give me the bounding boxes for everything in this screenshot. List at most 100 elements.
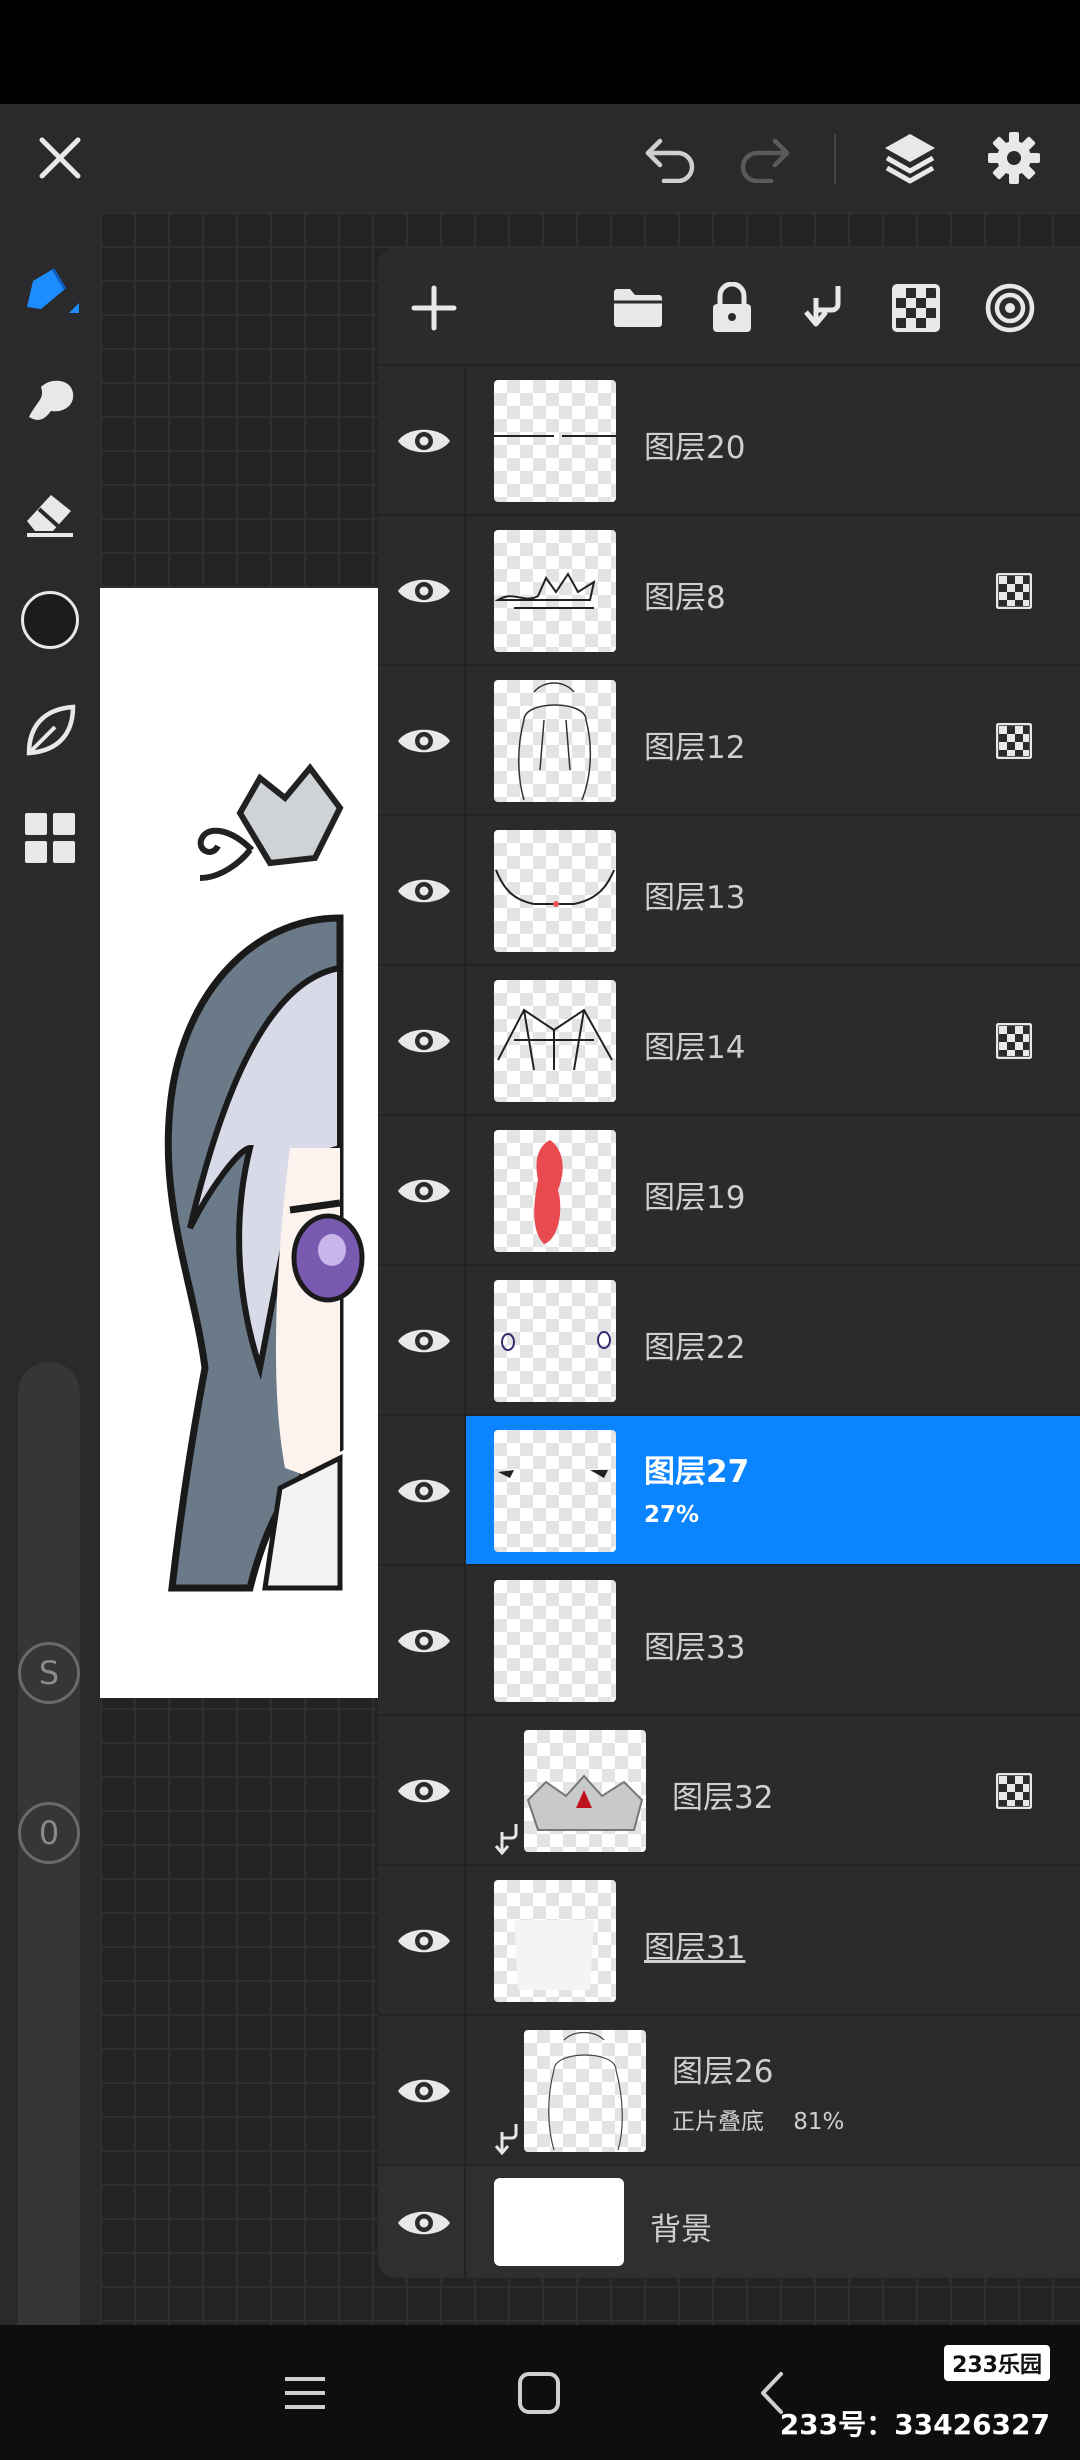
layer-blend-info: 正片叠底 81% [672, 2109, 845, 2135]
alpha-lock-indicator-icon [995, 722, 1033, 760]
layer-row[interactable]: 图层31 [378, 1864, 1080, 2016]
layer-thumbnail [494, 830, 616, 952]
eye-icon[interactable] [394, 2198, 454, 2248]
layer-row[interactable]: 图层33 [378, 1564, 1080, 1716]
opacity-slider[interactable] [18, 1772, 80, 2392]
layer-name: 图层22 [644, 1330, 746, 1366]
layers-icon[interactable] [878, 126, 942, 190]
watermark-text: 233号：33426327 [779, 2408, 1050, 2441]
eraser-icon[interactable] [14, 474, 86, 546]
layer-name: 图层26 [672, 2054, 774, 2090]
clipping-mask-icon [494, 2122, 520, 2156]
eye-icon[interactable] [394, 716, 454, 766]
eye-icon[interactable] [394, 416, 454, 466]
alpha-lock-indicator-icon [995, 572, 1033, 610]
row-divider [464, 1866, 466, 2016]
layer-name: 图层33 [644, 1630, 746, 1666]
home-icon[interactable] [504, 2363, 574, 2423]
layer-thumbnail [494, 1580, 616, 1702]
status-bar [0, 0, 1080, 104]
row-divider [464, 1416, 466, 1566]
layer-thumbnail [494, 1130, 616, 1252]
layer-blend-info: 27% [644, 1502, 700, 1528]
layer-row[interactable]: 图层22 [378, 1264, 1080, 1416]
pen-icon[interactable] [14, 256, 86, 328]
eye-icon[interactable] [394, 1916, 454, 1966]
smudge-icon[interactable] [14, 364, 86, 436]
eye-icon[interactable] [394, 866, 454, 916]
add-icon[interactable] [404, 278, 464, 338]
eye-icon[interactable] [394, 1766, 454, 1816]
layer-thumbnail [494, 980, 616, 1102]
eye-icon[interactable] [394, 1466, 454, 1516]
layer-row[interactable]: 图层20 [378, 364, 1080, 516]
layer-row[interactable]: 图层14 [378, 964, 1080, 1116]
watermark-logo: 233乐园 [944, 2345, 1050, 2381]
layer-row[interactable]: 图层27 27% [378, 1414, 1080, 1566]
layer-row[interactable]: 图层19 [378, 1114, 1080, 1266]
leaf-icon[interactable] [14, 694, 86, 766]
gear-icon[interactable] [982, 126, 1046, 190]
layer-thumbnail [524, 1730, 646, 1852]
layer-thumbnail [524, 2030, 646, 2152]
top-toolbar [0, 104, 1080, 212]
row-divider [464, 366, 466, 516]
lock-icon[interactable] [702, 278, 762, 338]
folder-icon[interactable] [608, 278, 668, 338]
layer-name: 图层31 [644, 1930, 746, 1966]
layer-name: 图层19 [644, 1180, 746, 1216]
background-thumbnail [494, 2178, 624, 2266]
layer-row[interactable]: 图层12 [378, 664, 1080, 816]
eye-icon[interactable] [394, 2066, 454, 2116]
merge-down-icon[interactable] [794, 278, 854, 338]
row-divider [464, 1266, 466, 1416]
undo-icon[interactable] [640, 128, 700, 188]
row-divider [464, 1116, 466, 1266]
background-layer-row[interactable]: 背景 [378, 2164, 1080, 2278]
layer-row[interactable]: 图层26 正片叠底 81% [378, 2014, 1080, 2166]
layer-name: 图层13 [644, 880, 746, 916]
brush-size-label: S [38, 1654, 60, 1692]
layer-thumbnail [494, 530, 616, 652]
layers-panel: 图层20 图层8 图层12 图层13 图层14 图层19 图层22 图层27 27% 图层33 图层… [378, 248, 1080, 2278]
alpha-lock-indicator-icon [995, 1772, 1033, 1810]
layer-row[interactable]: 图层32 [378, 1714, 1080, 1866]
row-divider [464, 1566, 466, 1716]
left-toolbar: S 0 [0, 212, 100, 2392]
layer-name: 图层14 [644, 1030, 746, 1066]
menu-icon[interactable] [270, 2363, 340, 2423]
eye-icon[interactable] [394, 566, 454, 616]
row-divider [464, 516, 466, 666]
clipping-mask-icon [494, 1822, 520, 1856]
layer-name: 图层12 [644, 730, 746, 766]
layer-thumbnail [494, 1280, 616, 1402]
eye-icon[interactable] [394, 1316, 454, 1366]
layer-name: 图层32 [672, 1780, 774, 1816]
artwork-canvas[interactable] [100, 588, 380, 1698]
eye-icon[interactable] [394, 1016, 454, 1066]
system-nav-bar: 233乐园 233号：33426327 [0, 2325, 1080, 2460]
alpha-lock-icon[interactable] [886, 278, 946, 338]
layer-thumbnail [494, 1880, 616, 2002]
row-divider [464, 966, 466, 1116]
row-divider [464, 1716, 466, 1866]
row-divider [464, 2016, 466, 2166]
target-icon[interactable] [980, 278, 1040, 338]
eye-icon[interactable] [394, 1166, 454, 1216]
grid-icon[interactable] [14, 802, 86, 874]
close-icon[interactable] [30, 128, 90, 188]
layers-toolbar [378, 248, 1080, 364]
layer-name: 图层27 [644, 1454, 750, 1490]
layer-thumbnail [494, 380, 616, 502]
redo-icon[interactable] [735, 128, 795, 188]
eye-icon[interactable] [394, 1616, 454, 1666]
layer-thumbnail [494, 1430, 616, 1552]
toolbar-separator [834, 134, 836, 184]
color-swatch[interactable] [14, 584, 86, 656]
row-divider [464, 666, 466, 816]
layer-row[interactable]: 图层8 [378, 514, 1080, 666]
background-layer-name: 背景 [650, 2212, 712, 2248]
layer-row[interactable]: 图层13 [378, 814, 1080, 966]
brush-size-indicator: S [18, 1642, 80, 1704]
row-divider [464, 816, 466, 966]
